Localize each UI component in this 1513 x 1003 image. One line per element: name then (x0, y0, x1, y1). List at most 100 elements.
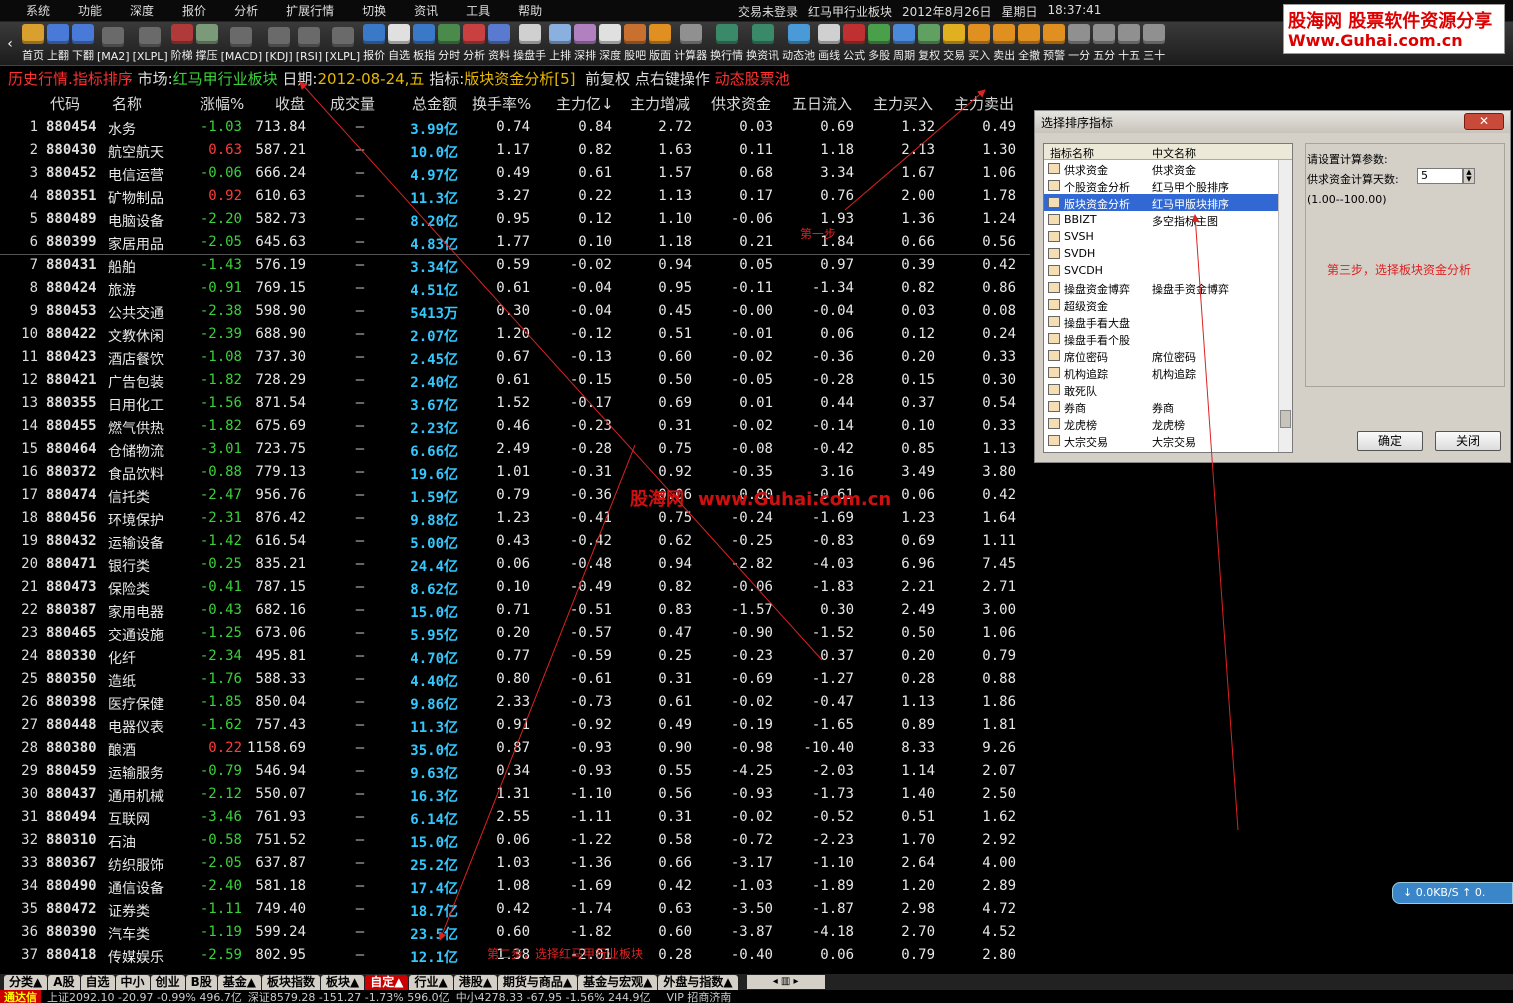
table-row[interactable]: 15 880464 仓储物流 -3.01 723.75 — 6.66亿 2.49 -0.28 0.… (0, 439, 1030, 462)
column-header[interactable]: 收盘 (275, 93, 305, 114)
table-row[interactable]: 30 880437 通用机械 -2.12 550.07 — 16.3亿 1.31 -1.10 0.… (0, 784, 1030, 807)
toolbar-button[interactable]: 资料 (488, 23, 511, 65)
column-header[interactable]: 代码 (50, 93, 80, 114)
table-row[interactable]: 25 880350 造纸 -1.76 588.33 — 4.40亿 0.80 -0.61 0.31… (0, 669, 1030, 692)
toolbar-button[interactable]: 计算器 (674, 23, 707, 65)
indicator-list-item[interactable]: 席位密码 席位密码 (1044, 347, 1292, 364)
table-row[interactable]: 5 880489 电脑设备 -2.20 582.73 — 8.20亿 0.95 0.12 1.10… (0, 209, 1030, 232)
toolbar-button[interactable]: 周期 (893, 23, 916, 65)
tab-12[interactable]: 期货与商品▲ (497, 974, 578, 990)
indicator-list-item[interactable]: SVCDH (1044, 262, 1292, 279)
toolbar-button[interactable]: [MA2] (97, 23, 130, 65)
column-header[interactable]: 涨幅% (200, 93, 244, 114)
toolbar-button[interactable]: 撑压 (195, 23, 218, 65)
menu-item[interactable]: 扩展行情 (286, 2, 334, 19)
indicator-list-item[interactable]: 操盘手看个股 (1044, 330, 1292, 347)
market-value[interactable]: 红马甲行业板块 (173, 68, 278, 89)
toolbar-button[interactable]: 上翻 (47, 23, 69, 65)
menu-item[interactable]: 深度 (130, 2, 154, 19)
toolbar-button[interactable]: 公式 (843, 23, 866, 65)
table-row[interactable]: 18 880456 环境保护 -2.31 876.42 — 9.88亿 1.23 -0.41 0.… (0, 508, 1030, 531)
table-row[interactable]: 22 880387 家用电器 -0.43 682.16 — 15.0亿 0.71 -0.51 0.… (0, 600, 1030, 623)
ad-banner[interactable]: 股海网 股票软件资源分享 Www.Guhai.com.cn (1283, 4, 1505, 54)
menu-item[interactable]: 分析 (234, 2, 258, 19)
toolbar-button[interactable]: 动态池 (782, 23, 815, 65)
indicator-list-item[interactable]: 个股资金分析 红马甲个股排序 (1044, 177, 1292, 194)
table-row[interactable]: 12 880421 广告包装 -1.82 728.29 — 2.40亿 0.61 -0.15 0.… (0, 370, 1030, 393)
column-header[interactable]: 换手率% (472, 93, 531, 114)
toolbar-button[interactable]: [XLPL] (325, 23, 360, 65)
tab-2[interactable]: 自选 (80, 974, 115, 990)
toolbar-button[interactable]: 换行情 (710, 23, 743, 65)
toolbar-button[interactable]: 上排 (549, 23, 572, 65)
toolbar-button[interactable]: 预警 (1043, 23, 1066, 65)
date-value[interactable]: 2012-08-24,五 (317, 68, 424, 89)
column-header[interactable]: 供求资金 (711, 93, 771, 114)
tab-1[interactable]: A股 (48, 974, 80, 990)
menu-item[interactable]: 帮助 (518, 2, 542, 19)
table-row[interactable]: 11 880423 酒店餐饮 -1.08 737.30 — 2.45亿 0.67 -0.13 0.… (0, 347, 1030, 370)
indicator-list[interactable]: 指标名称 中文名称 供求资金 供求资金 个股资金分析 红马甲个股排序 版块资金分析 红马甲… (1043, 143, 1293, 453)
toolbar-button[interactable]: [MACD] (221, 23, 262, 65)
column-header[interactable]: 主力卖出 (954, 93, 1014, 114)
column-header[interactable]: 主力买入 (873, 93, 933, 114)
table-row[interactable]: 31 880494 互联网 -3.46 761.93 — 6.14亿 2.55 -1.11 0.3… (0, 807, 1030, 830)
trade-status[interactable]: 交易未登录 (738, 3, 798, 20)
column-header[interactable]: 名称 (112, 93, 142, 114)
indicator-list-item[interactable]: 机构追踪 机构追踪 (1044, 364, 1292, 381)
table-row[interactable]: 27 880448 电器仪表 -1.62 757.43 — 11.3亿 0.91 -0.92 0.… (0, 715, 1030, 738)
toolbar-button[interactable]: 板指 (413, 23, 436, 65)
table-row[interactable]: 20 880471 银行类 -0.25 835.21 — 24.4亿 0.06 -0.48 0.9… (0, 554, 1030, 577)
close-button[interactable]: 关闭 (1435, 431, 1501, 451)
status-zx-index[interactable]: 中小4278.33 -67.95 -1.56% 244.9亿 (456, 990, 651, 1003)
toolbar-button[interactable]: 五分 (1093, 23, 1116, 65)
toolbar-button[interactable]: 一分 (1068, 23, 1091, 65)
toolbar-button[interactable]: [RSI] (296, 23, 322, 65)
tab-9[interactable]: 自定▲ (365, 974, 409, 990)
toolbar-button[interactable]: 深排 (574, 23, 597, 65)
table-row[interactable]: 36 880390 汽车类 -1.19 599.24 — 23.5亿 0.60 -1.82 0.6… (0, 922, 1030, 945)
list-header-cname[interactable]: 中文名称 (1152, 145, 1196, 161)
param-days-input[interactable]: 5 (1417, 168, 1463, 184)
menu-item[interactable]: 报价 (182, 2, 206, 19)
menu-item[interactable]: 功能 (78, 2, 102, 19)
toolbar-button[interactable]: [KDJ] (265, 23, 293, 65)
indicator-list-item[interactable]: SVDH (1044, 245, 1292, 262)
column-header[interactable]: 成交量 (330, 93, 375, 114)
indicator-list-item[interactable]: 龙虎榜 龙虎榜 (1044, 415, 1292, 432)
tab-5[interactable]: B股 (185, 974, 217, 990)
tab-13[interactable]: 基金与宏观▲ (578, 974, 658, 990)
dynamic-pool-link[interactable]: 动态股票池 (715, 68, 790, 89)
status-sh-index[interactable]: 上证2092.10 -20.97 -0.99% 496.7亿 (47, 990, 242, 1003)
toolbar-button[interactable]: 三十 (1143, 23, 1166, 65)
table-row[interactable]: 16 880372 食品饮料 -0.88 779.13 — 19.6亿 1.01 -0.31 0.… (0, 462, 1030, 485)
menu-item[interactable]: 切换 (362, 2, 386, 19)
list-header-name[interactable]: 指标名称 (1050, 145, 1094, 161)
toolbar-button[interactable]: 首页 (22, 23, 44, 65)
toolbar-button[interactable]: 下翻 (72, 23, 94, 65)
menu-item[interactable]: 工具 (466, 2, 490, 19)
status-sz-index[interactable]: 深证8579.28 -151.27 -1.73% 596.0亿 (248, 990, 450, 1003)
column-header[interactable]: 总金额 (412, 93, 457, 114)
table-row[interactable]: 35 880472 证券类 -1.11 749.40 — 18.7亿 0.42 -1.74 0.6… (0, 899, 1030, 922)
toolbar-button[interactable]: 多股 (868, 23, 891, 65)
column-header[interactable]: 五日流入 (792, 93, 852, 114)
indicator-list-item[interactable]: 大宗交易 大宗交易 (1044, 432, 1292, 449)
toolbar-button[interactable]: 深度 (599, 23, 622, 65)
tab-11[interactable]: 港股▲ (453, 974, 497, 990)
list-scroll-thumb[interactable] (1280, 410, 1291, 428)
toolbar-button[interactable]: 分析 (463, 23, 486, 65)
toolbar-button[interactable]: 交易 (943, 23, 966, 65)
indicator-list-item[interactable]: 敢死队 (1044, 381, 1292, 398)
table-row[interactable]: 26 880398 医疗保健 -1.85 850.04 — 9.86亿 2.33 -0.73 0.… (0, 692, 1030, 715)
toolbar-button[interactable]: [XLPL] (133, 23, 168, 65)
table-row[interactable]: 2 880430 航空航天 0.63 587.21 — 10.0亿 1.17 0.82 1.63 0… (0, 140, 1030, 163)
table-row[interactable]: 1 880454 水务 -1.03 713.84 — 3.99亿 0.74 0.84 2.72 0.… (0, 117, 1030, 140)
toolbar-button[interactable]: 阶梯 (170, 23, 193, 65)
toolbar-button[interactable]: 自选 (388, 23, 411, 65)
table-row[interactable]: 10 880422 文教休闲 -2.39 688.90 — 2.07亿 1.20 -0.12 0.… (0, 324, 1030, 347)
column-header[interactable]: 主力增减 (630, 93, 690, 114)
tab-0[interactable]: 分类▲ (4, 974, 48, 990)
net-speed-indicator[interactable]: ↓ 0.0KB/S ↑ 0. (1392, 882, 1513, 904)
toolbar-button[interactable]: 全撤 (1018, 23, 1041, 65)
